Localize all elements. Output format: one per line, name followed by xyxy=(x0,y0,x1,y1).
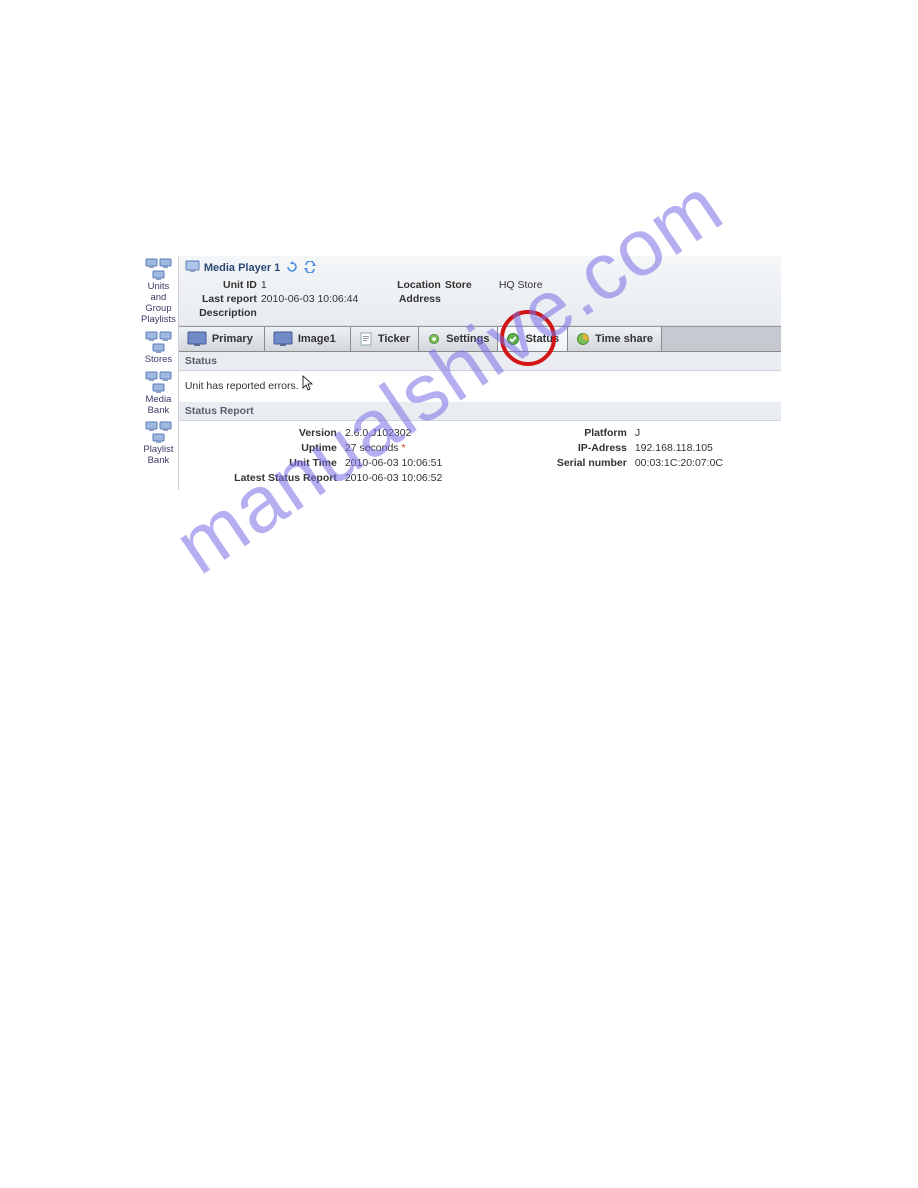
page-icon xyxy=(359,332,373,346)
tab-label: Settings xyxy=(446,333,489,345)
uptime-label: Uptime xyxy=(185,442,345,454)
monitors-cluster-icon xyxy=(143,331,173,354)
sidebar-item-label: Units and Group Playlists xyxy=(141,282,176,326)
check-icon xyxy=(506,332,520,346)
monitors-cluster-icon xyxy=(143,371,173,394)
monitor-icon xyxy=(273,331,293,347)
gear-icon xyxy=(427,332,441,346)
monitor-icon xyxy=(187,331,207,347)
refresh-icon[interactable] xyxy=(285,261,299,273)
page-title: Media Player 1 xyxy=(204,262,280,274)
address-label: Address xyxy=(377,293,441,305)
uptime-value: 27 seconds * xyxy=(345,442,545,454)
sidebar: Units and Group Playlists Stores Media B… xyxy=(139,256,179,490)
unit-time-value: 2010-06-03 10:06:51 xyxy=(345,457,545,469)
unit-header: Media Player 1 Unit ID 1 Location Store … xyxy=(179,256,781,326)
pie-chart-icon xyxy=(576,332,590,346)
unit-id-label: Unit ID xyxy=(185,279,257,291)
tab-label: Status xyxy=(525,333,559,345)
monitors-cluster-icon xyxy=(143,258,173,281)
platform-label: Platform xyxy=(545,427,635,439)
platform-value: J xyxy=(635,427,775,439)
app-frame: Units and Group Playlists Stores Media B… xyxy=(139,256,779,490)
ip-label: IP-Adress xyxy=(545,442,635,454)
status-message-area: Unit has reported errors. xyxy=(179,371,781,402)
tab-time-share[interactable]: Time share xyxy=(568,327,662,351)
serial-label: Serial number xyxy=(545,457,635,469)
cursor-icon xyxy=(302,375,314,391)
sidebar-item-playlist-bank[interactable]: Playlist Bank xyxy=(141,421,176,470)
status-report-section-header: Status Report xyxy=(179,402,781,421)
sidebar-item-label: Playlist Bank xyxy=(141,445,176,467)
version-label: Version xyxy=(185,427,345,439)
tab-label: Primary xyxy=(212,333,253,345)
tabs-bar: Primary Image1 Ticker Settings Status Ti… xyxy=(179,326,781,352)
location-label: Location xyxy=(377,279,441,291)
serial-value: 00:03:1C:20:07:0C xyxy=(635,457,775,469)
sidebar-item-media-bank[interactable]: Media Bank xyxy=(141,371,176,420)
unit-time-label: Unit Time xyxy=(185,457,345,469)
tab-label: Time share xyxy=(595,333,653,345)
tab-image1[interactable]: Image1 xyxy=(265,327,351,351)
sidebar-item-label: Media Bank xyxy=(141,395,176,417)
tab-primary[interactable]: Primary xyxy=(179,327,265,351)
sidebar-item-label: Stores xyxy=(145,355,172,366)
sidebar-item-units-group-playlists[interactable]: Units and Group Playlists xyxy=(141,258,176,329)
sidebar-item-stores[interactable]: Stores xyxy=(141,331,176,369)
store-value: HQ Store xyxy=(499,279,775,291)
last-report-label: Last report xyxy=(185,293,257,305)
tab-status[interactable]: Status xyxy=(498,327,568,351)
tab-label: Ticker xyxy=(378,333,410,345)
description-label: Description xyxy=(185,307,257,319)
latest-status-report-label: Latest Status Report xyxy=(185,472,345,484)
status-message: Unit has reported errors. xyxy=(185,380,299,392)
status-section-header: Status xyxy=(179,352,781,371)
unit-id-value: 1 xyxy=(261,279,373,291)
latest-status-report-value: 2010-06-03 10:06:52 xyxy=(345,472,545,484)
tab-label: Image1 xyxy=(298,333,336,345)
tab-ticker[interactable]: Ticker xyxy=(351,327,419,351)
tab-settings[interactable]: Settings xyxy=(419,327,498,351)
sync-icon[interactable] xyxy=(303,261,317,273)
store-label: Store xyxy=(445,279,495,291)
monitors-cluster-icon xyxy=(143,421,173,444)
version-value: 2.6.0.J102302 xyxy=(345,427,545,439)
main-panel: Media Player 1 Unit ID 1 Location Store … xyxy=(179,256,781,490)
last-report-value: 2010-06-03 10:06:44 xyxy=(261,293,373,305)
monitor-icon xyxy=(185,260,200,276)
title-action-icons xyxy=(284,261,317,276)
ip-value: 192.168.118.105 xyxy=(635,442,775,454)
